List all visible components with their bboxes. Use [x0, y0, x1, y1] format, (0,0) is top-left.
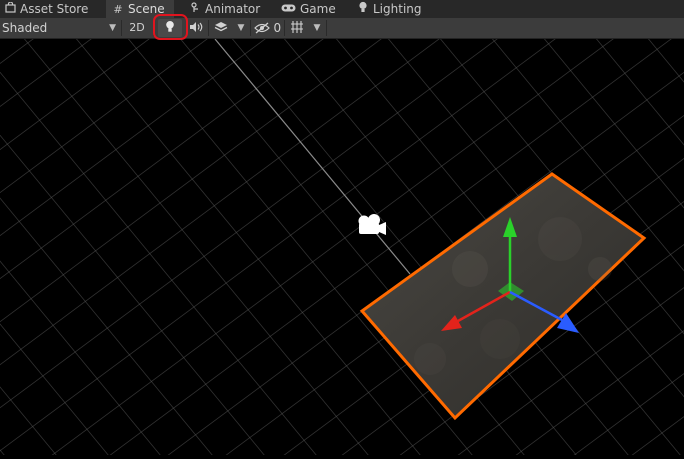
draw-mode-dropdown[interactable]: Shaded ▼ [2, 18, 118, 38]
tab-animator[interactable]: Animator [189, 0, 269, 18]
draw-mode-value: Shaded [2, 21, 48, 35]
tab-label: Lighting [373, 2, 422, 16]
scene-canvas [0, 18, 684, 459]
grid-line [0, 18, 409, 323]
animator-node-icon [189, 1, 201, 19]
toolbar-divider [208, 20, 209, 36]
grid-line [0, 260, 164, 459]
camera-icon[interactable] [358, 214, 387, 235]
grid-line [0, 197, 216, 459]
hidden-objects-count: 0 [273, 21, 282, 35]
annotation-highlight-box [153, 14, 188, 40]
scene-effects-button[interactable] [211, 19, 231, 37]
chevron-down-icon: ▼ [313, 23, 321, 33]
gizmos-button[interactable] [287, 19, 307, 37]
chevron-down-icon: ▼ [109, 23, 116, 33]
grid-line [59, 18, 424, 459]
lightbulb-icon [357, 1, 369, 19]
grid-line [0, 18, 3, 21]
toolbar-divider [121, 20, 122, 36]
grid-hash-icon: # [113, 3, 123, 16]
hidden-objects-toggle[interactable]: 0 [254, 19, 282, 37]
tab-lighting[interactable]: Lighting [357, 0, 437, 18]
toolbar-divider [284, 20, 285, 36]
gizmo-grid-icon [290, 21, 304, 34]
effects-dropdown-caret[interactable]: ▼ [233, 19, 249, 37]
toolbar-divider [250, 20, 251, 36]
grid-line [0, 71, 320, 459]
chevron-down-icon: ▼ [237, 23, 245, 33]
gizmos-dropdown-caret[interactable]: ▼ [309, 19, 325, 37]
shopping-bag-icon [4, 1, 16, 19]
tab-label: Game [300, 2, 336, 16]
tab-label: Animator [205, 2, 261, 16]
editor-tab-bar: Asset Store # Scene Animator Game Lightin… [0, 0, 684, 18]
eye-slash-icon [254, 22, 274, 35]
grid-line [0, 18, 235, 194]
grid-center-line [214, 38, 411, 275]
tab-asset-store[interactable]: Asset Store [4, 0, 100, 18]
layers-icon [214, 21, 228, 34]
2d-mode-button[interactable]: 2D [126, 19, 148, 37]
scene-toolbar: Shaded ▼ 2D ▼ 0 ▼ [0, 18, 684, 39]
toolbar-divider [326, 20, 327, 36]
scene-viewport[interactable] [0, 18, 684, 459]
scene-audio-toggle[interactable] [186, 19, 206, 37]
tab-game[interactable]: Game [280, 0, 340, 18]
grid-line [0, 18, 61, 65]
gamepad-icon [280, 1, 296, 19]
tab-label: Asset Store [20, 2, 89, 16]
grid-line [0, 18, 177, 151]
speaker-icon [189, 21, 203, 34]
grid-line [0, 18, 467, 366]
